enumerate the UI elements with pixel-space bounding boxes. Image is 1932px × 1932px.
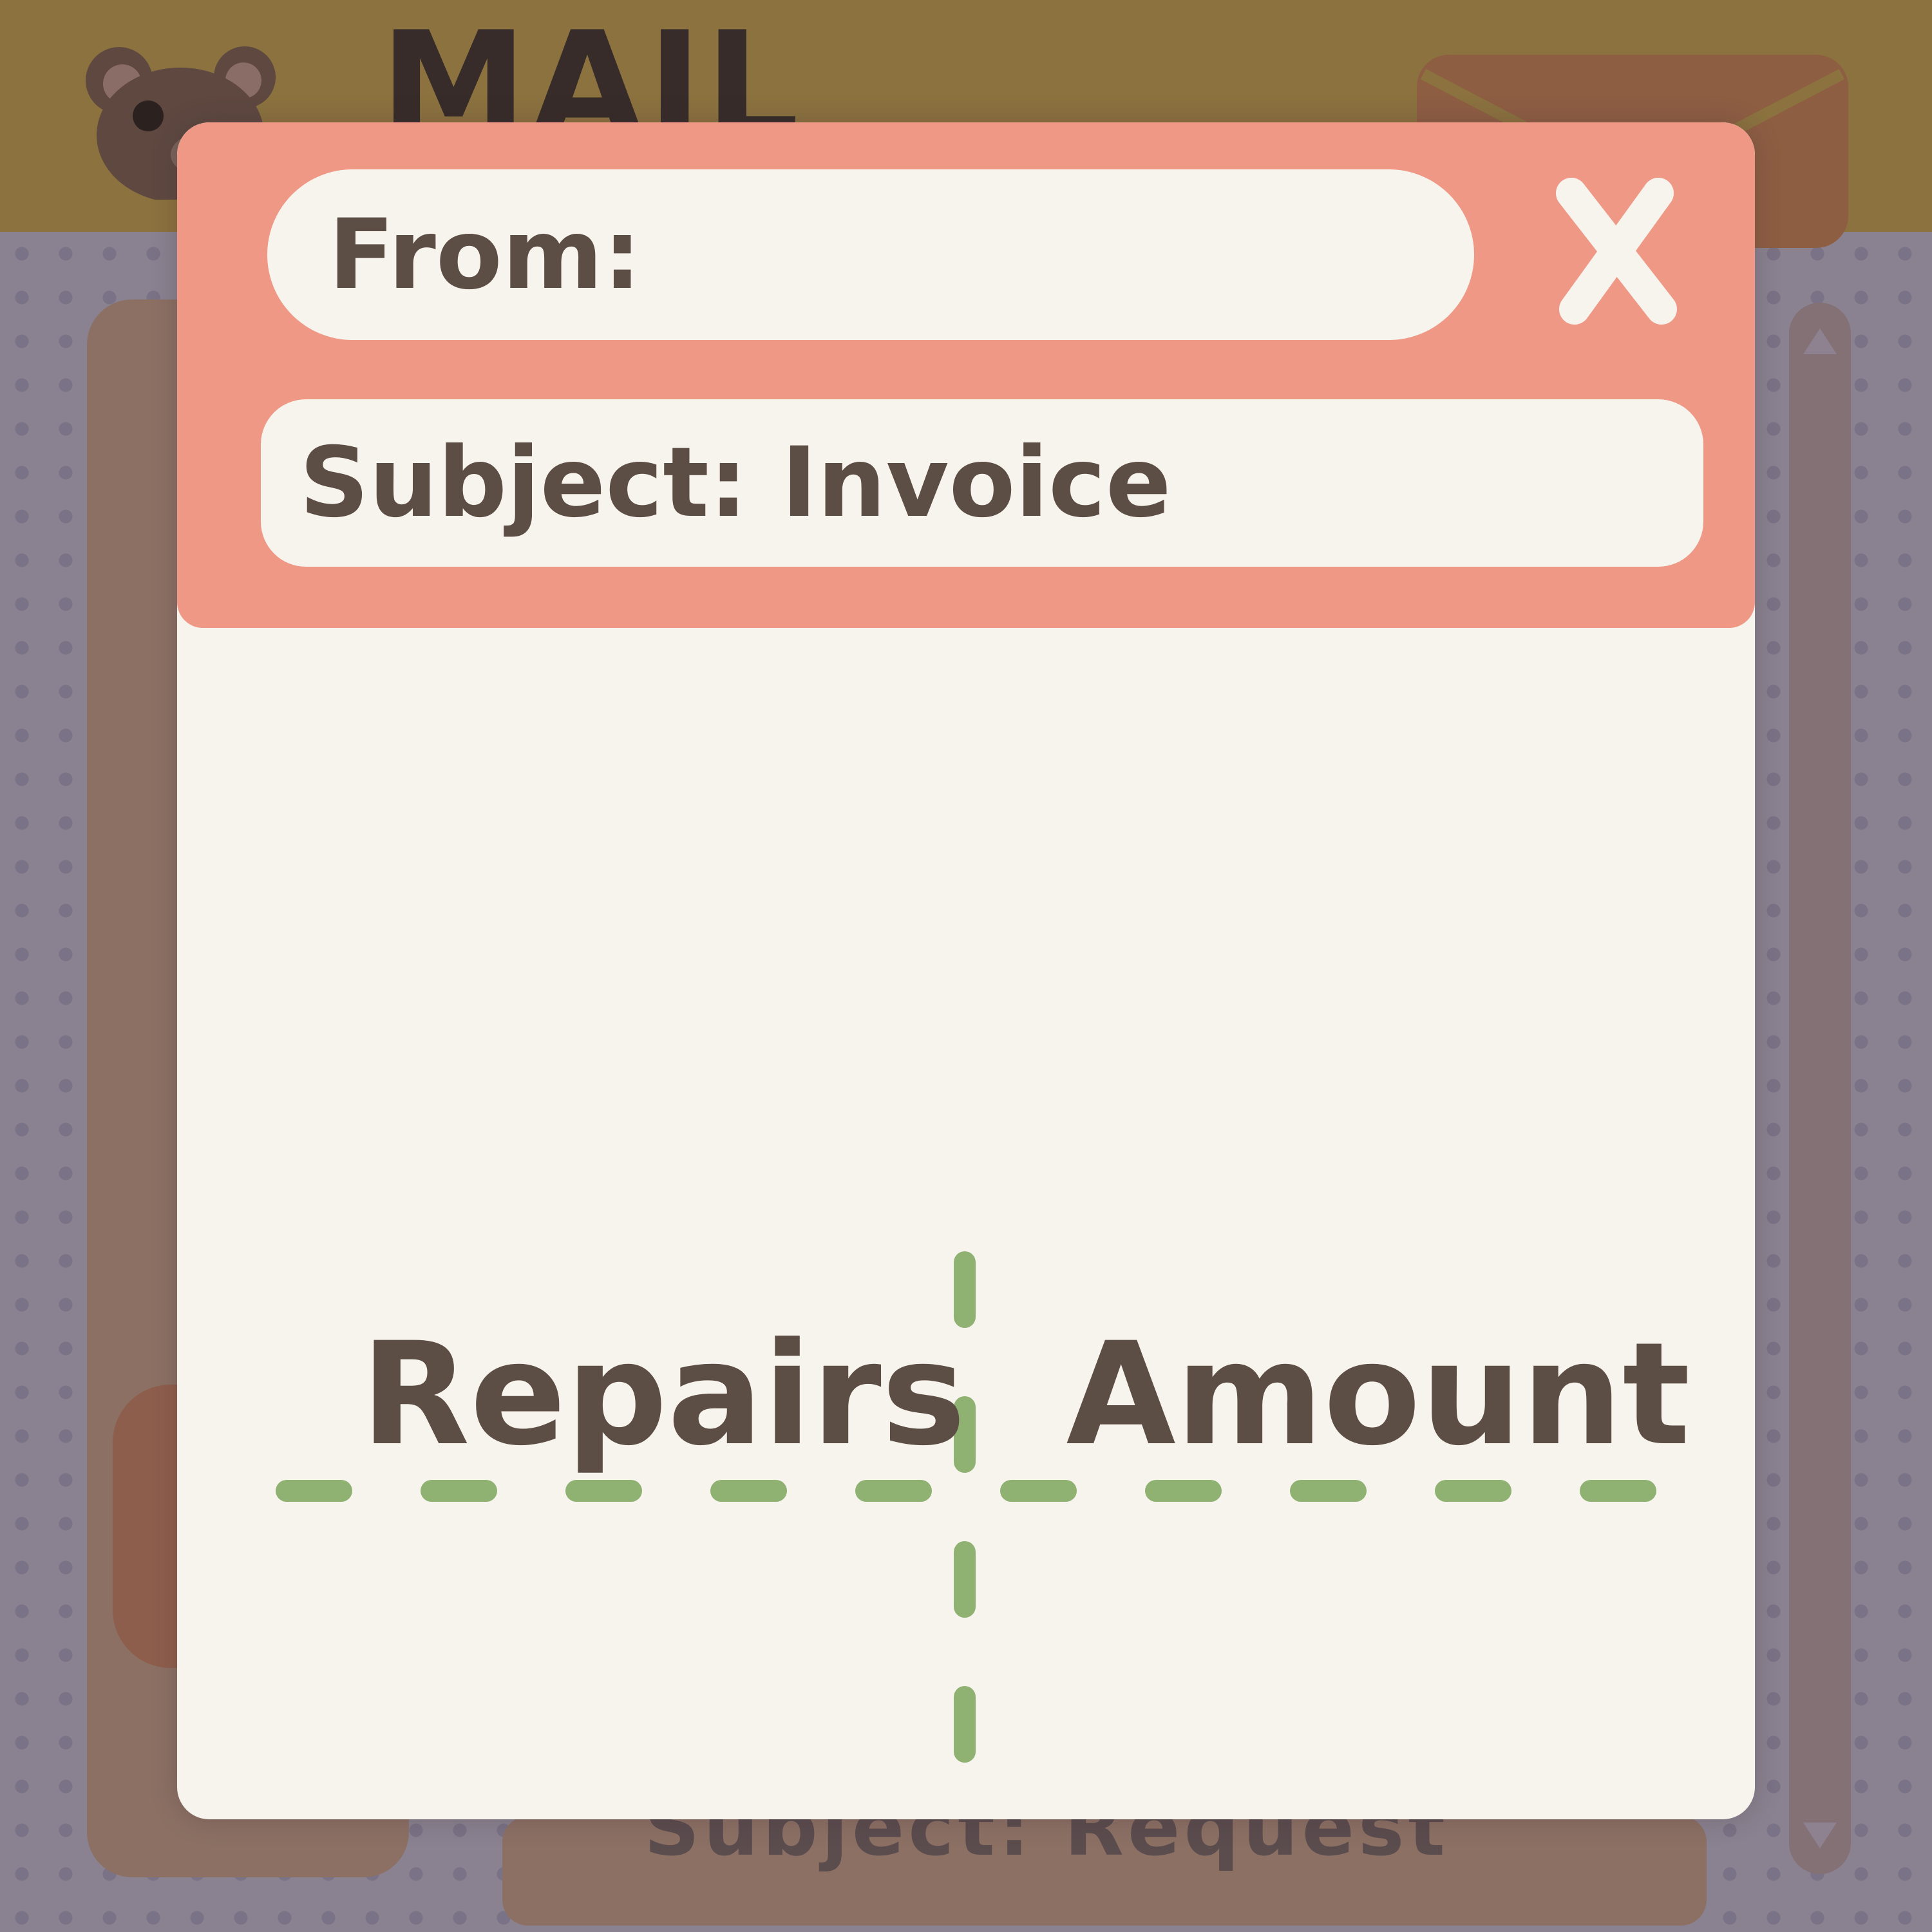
email-modal: From: Subject: Invoice Repairs Amount	[177, 122, 1755, 1819]
close-button[interactable]	[1539, 161, 1694, 341]
subject-field: Subject: Invoice	[261, 399, 1703, 567]
from-field: From:	[267, 169, 1474, 340]
email-body: Repairs Amount	[177, 628, 1755, 1819]
app-title: MAIL	[380, 13, 802, 129]
subject-label: Subject: Invoice	[299, 427, 1171, 539]
column-header-amount: Amount	[1066, 1312, 1690, 1477]
scrollbar[interactable]	[1789, 303, 1851, 1874]
close-icon[interactable]	[1552, 177, 1681, 325]
table-grid-lines	[276, 1251, 1656, 1819]
from-label: From:	[328, 198, 642, 311]
email-header: From: Subject: Invoice	[177, 122, 1755, 628]
scroll-up-icon[interactable]	[1803, 328, 1837, 354]
column-header-repairs: Repairs	[361, 1312, 966, 1477]
scroll-down-icon[interactable]	[1803, 1823, 1837, 1848]
